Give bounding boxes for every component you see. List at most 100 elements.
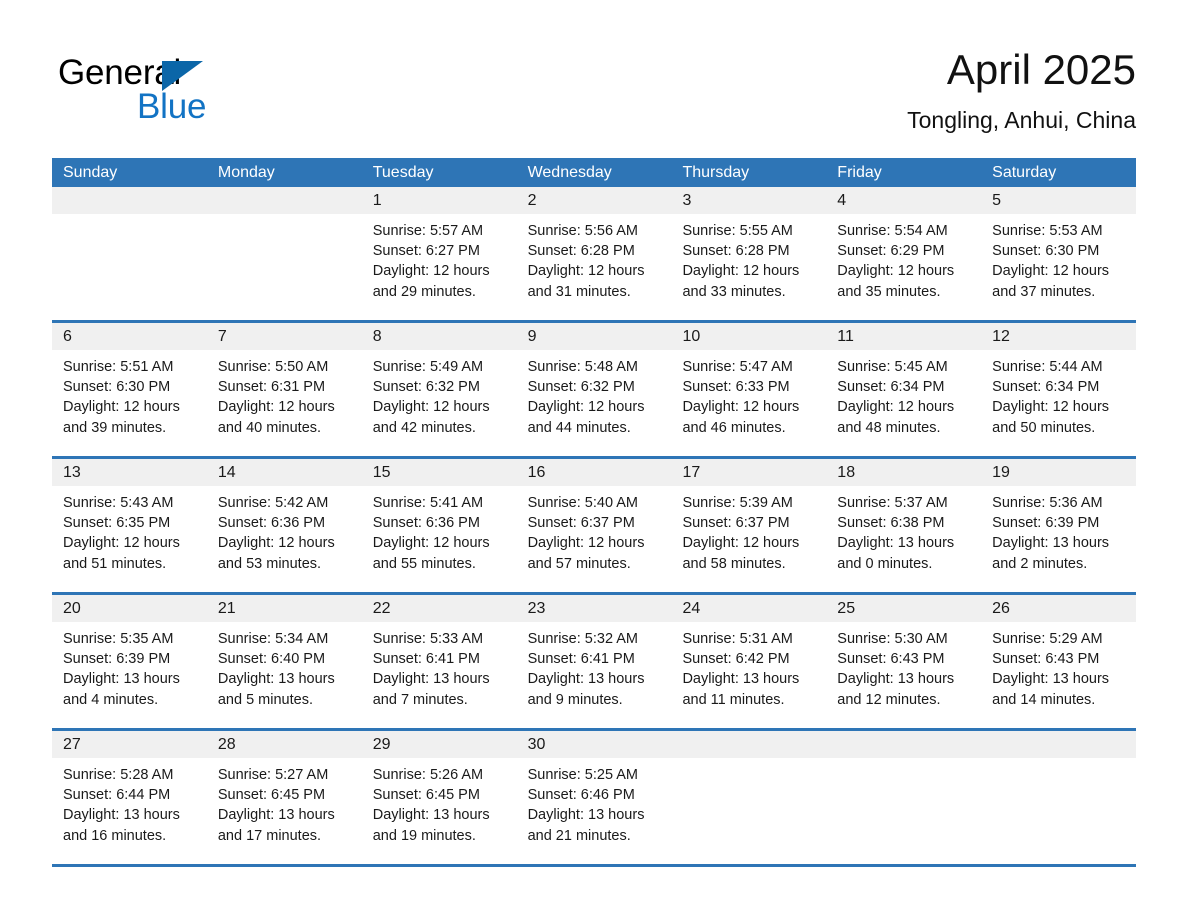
sunrise-text: Sunrise: 5:25 AM [527,767,638,783]
day-number[interactable]: 23 [517,595,672,622]
sunset-text: Sunset: 6:39 PM [63,651,171,668]
day-number[interactable]: 25 [826,595,981,622]
day-number[interactable] [826,731,981,758]
daylight-text-line1: Daylight: 12 hours [372,263,490,280]
day-number[interactable]: 7 [207,323,362,350]
day-number[interactable]: 21 [207,595,362,622]
daylight-text-line1: Daylight: 13 hours [527,671,645,688]
day-number[interactable]: 1 [362,187,517,214]
sunset-text: Sunset: 6:45 PM [372,787,480,804]
day-number[interactable] [671,731,826,758]
daylight-text-line1: Daylight: 13 hours [372,807,490,824]
week-row: 27 28 29 30 Sunrise: 5:28 AM Sunset: 6:4… [52,731,1136,867]
daylight-text-line1: Daylight: 13 hours [992,671,1110,688]
daylight-text-line1: Daylight: 12 hours [217,399,335,416]
daylight-text-line1: Daylight: 12 hours [682,535,800,552]
day-number[interactable]: 28 [207,731,362,758]
day-number[interactable]: 9 [517,323,672,350]
day-number[interactable]: 2 [517,187,672,214]
daylight-text-line2: and 11 minutes. [682,691,785,708]
sunset-text: Sunset: 6:33 PM [682,379,790,396]
sunset-text: Sunset: 6:41 PM [372,651,480,668]
day-cell: Sunrise: 5:43 AM Sunset: 6:35 PM Dayligh… [52,486,207,592]
day-number[interactable]: 26 [981,595,1136,622]
day-number[interactable]: 12 [981,323,1136,350]
day-number[interactable]: 13 [52,459,207,486]
daylight-text-line2: and 50 minutes. [992,419,1096,436]
sunrise-text: Sunrise: 5:30 AM [837,631,948,647]
daylight-text-line1: Daylight: 12 hours [372,399,490,416]
daylight-text-line1: Daylight: 13 hours [217,807,335,824]
daylight-text-line2: and 17 minutes. [217,827,322,844]
week-row: 20 21 22 23 24 25 26 Sunrise: 5:35 AM Su… [52,595,1136,731]
day-number[interactable]: 17 [671,459,826,486]
sunrise-text: Sunrise: 5:40 AM [527,495,638,511]
day-number[interactable]: 30 [517,731,672,758]
day-cell: Sunrise: 5:39 AM Sunset: 6:37 PM Dayligh… [671,486,826,592]
day-number[interactable]: 27 [52,731,207,758]
sunset-text: Sunset: 6:35 PM [63,515,171,532]
day-number[interactable]: 29 [362,731,517,758]
day-number[interactable]: 20 [52,595,207,622]
sunrise-text: Sunrise: 5:32 AM [527,631,638,647]
daylight-text-line1: Daylight: 12 hours [217,535,335,552]
day-number[interactable]: 3 [671,187,826,214]
day-number[interactable] [207,187,362,214]
sunrise-text: Sunrise: 5:37 AM [837,495,948,511]
week-detail-strip: Sunrise: 5:57 AM Sunset: 6:27 PM Dayligh… [52,214,1136,320]
day-number[interactable]: 15 [362,459,517,486]
sunset-text: Sunset: 6:39 PM [992,515,1100,532]
day-number[interactable]: 24 [671,595,826,622]
day-number[interactable]: 18 [826,459,981,486]
daylight-text-line2: and 46 minutes. [682,419,786,436]
sunset-text: Sunset: 6:44 PM [63,787,171,804]
sunrise-text: Sunrise: 5:41 AM [372,495,484,511]
daylight-text-line2: and 31 minutes. [527,283,631,300]
calendar-page: General Blue April 2025 Tongling, Anhui,… [0,0,1188,918]
day-number[interactable]: 8 [362,323,517,350]
day-number[interactable]: 16 [517,459,672,486]
week-detail-strip: Sunrise: 5:35 AM Sunset: 6:39 PM Dayligh… [52,622,1136,728]
sunset-text: Sunset: 6:37 PM [682,515,790,532]
generalblue-logo[interactable]: General Blue [58,52,358,142]
day-number[interactable] [52,187,207,214]
page-title: April 2025 [946,46,1136,93]
daylight-text-line1: Daylight: 12 hours [992,263,1110,280]
page-subtitle: Tongling, Anhui, China [907,107,1136,133]
daylight-text-line2: and 12 minutes. [837,691,941,708]
week-daynumber-strip: 13 14 15 16 17 18 19 [52,459,1136,486]
day-number[interactable]: 6 [52,323,207,350]
week-row: 13 14 15 16 17 18 19 Sunrise: 5:43 AM Su… [52,459,1136,595]
day-number[interactable]: 5 [981,187,1136,214]
sunrise-text: Sunrise: 5:27 AM [217,767,329,783]
day-number[interactable]: 10 [671,323,826,350]
day-cell: Sunrise: 5:53 AM Sunset: 6:30 PM Dayligh… [981,214,1136,320]
sunrise-text: Sunrise: 5:36 AM [992,495,1103,511]
sunrise-text: Sunrise: 5:49 AM [372,359,484,375]
daylight-text-line1: Daylight: 12 hours [682,399,800,416]
day-number[interactable]: 14 [207,459,362,486]
daylight-text-line1: Daylight: 13 hours [217,671,335,688]
weekday-header-thursday: Thursday [682,164,750,181]
day-number[interactable]: 22 [362,595,517,622]
day-cell: Sunrise: 5:51 AM Sunset: 6:30 PM Dayligh… [52,350,207,456]
day-number[interactable]: 19 [981,459,1136,486]
day-cell: Sunrise: 5:57 AM Sunset: 6:27 PM Dayligh… [362,214,517,320]
daylight-text-line2: and 4 minutes. [63,691,159,708]
day-number[interactable] [981,731,1136,758]
day-number[interactable]: 4 [826,187,981,214]
weekday-header-saturday: Saturday [992,164,1057,181]
sunset-text: Sunset: 6:32 PM [527,379,635,396]
daylight-text-line1: Daylight: 13 hours [837,671,955,688]
sunrise-text: Sunrise: 5:50 AM [217,359,329,375]
week-daynumber-strip: 6 7 8 9 10 11 12 [52,323,1136,350]
sunrise-text: Sunrise: 5:56 AM [527,223,638,239]
daylight-text-line2: and 55 minutes. [372,555,476,572]
weekday-header-monday: Monday [217,164,275,181]
weekday-header-row: Sunday Monday Tuesday Wednesday Thursday… [52,158,1136,187]
page-header: General Blue April 2025 Tongling, Anhui,… [52,44,1136,148]
day-number[interactable]: 11 [826,323,981,350]
daylight-text-line2: and 39 minutes. [63,419,167,436]
daylight-text-line1: Daylight: 13 hours [682,671,800,688]
calendar-grid: Sunday Monday Tuesday Wednesday Thursday… [52,158,1136,867]
